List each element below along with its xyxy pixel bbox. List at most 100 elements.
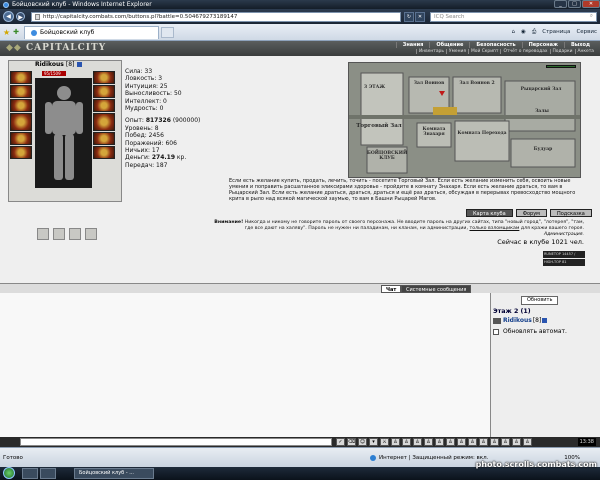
person-icon[interactable]: ♙ <box>490 438 499 446</box>
quicklaunch-desktop-icon[interactable] <box>22 468 38 479</box>
map-label-healer[interactable]: Комната Знахаря <box>417 127 451 137</box>
bracer-slot[interactable] <box>93 85 115 98</box>
helmet-slot[interactable] <box>10 71 32 84</box>
earring-slot[interactable] <box>93 71 115 84</box>
equipment-left <box>10 71 34 160</box>
map-label-warriors[interactable]: Зал Воинов <box>411 81 447 86</box>
chat-input[interactable] <box>20 438 332 446</box>
tab-icon <box>31 29 38 36</box>
warning-link[interactable]: только взломщикам <box>469 226 519 231</box>
subnav-skills[interactable]: Умения <box>445 49 468 54</box>
nav-security[interactable]: Безопасность <box>469 42 521 48</box>
start-button-icon[interactable] <box>3 467 15 479</box>
map-label-warriors-2[interactable]: Зал Воинов 2 <box>455 81 499 86</box>
subnav-inventory[interactable]: Инвентарь <box>415 49 446 54</box>
print-icon[interactable]: ⎙ <box>532 29 536 36</box>
tab-system-messages[interactable]: Системные сообщения <box>401 285 472 293</box>
info-icon[interactable] <box>542 318 548 323</box>
club-map[interactable]: 3 ЭТАЖ Зал Воинов Зал Воинов 2 Рыцарский… <box>348 62 581 178</box>
smiles-icon[interactable]: ☺ <box>358 438 367 446</box>
counter-runetop[interactable]: RUNETOP 14457 / 1491 <box>543 251 585 263</box>
person-icon[interactable]: ♙ <box>413 438 422 446</box>
ring-slot[interactable] <box>37 228 49 240</box>
gloves-slot[interactable] <box>93 113 115 131</box>
ie-icon <box>3 1 9 8</box>
back-button[interactable]: ◀ <box>3 11 14 22</box>
counter-hightop[interactable]: HIGH-TOP 81 <box>543 259 585 266</box>
search-icon[interactable]: ⌕ <box>590 13 593 20</box>
subnav-script[interactable]: Мой Скрипт <box>467 49 501 54</box>
url-field[interactable]: http://capitalcity.combats.com/buttons.p… <box>31 11 401 22</box>
ring-slot[interactable] <box>69 228 81 240</box>
ring-slot[interactable] <box>53 228 65 240</box>
character-name[interactable]: Ridikous [8] <box>35 61 82 68</box>
taskbar-ie-window[interactable]: Бойцовский клуб - ... <box>74 468 154 479</box>
subnav-gifts[interactable]: Подарки <box>549 49 575 54</box>
nav-knowledge[interactable]: Знания <box>395 42 430 48</box>
map-label-trade-hall[interactable]: Торговый Зал <box>351 123 407 129</box>
shield-slot[interactable] <box>93 99 115 112</box>
auto-update-option[interactable]: Обновлять автомат. <box>493 328 567 335</box>
page-menu[interactable]: Страница <box>542 29 570 35</box>
person-icon[interactable]: ♙ <box>402 438 411 446</box>
ring-slot[interactable] <box>85 228 97 240</box>
person-icon[interactable]: ♙ <box>435 438 444 446</box>
subnav-profile[interactable]: Анкета <box>574 49 596 54</box>
refresh-button[interactable]: Обновить <box>521 296 559 305</box>
nav-character[interactable]: Персонаж <box>521 42 564 48</box>
person-icon[interactable]: ♙ <box>501 438 510 446</box>
minimize-button[interactable]: _ <box>554 0 567 8</box>
maximize-button[interactable]: □ <box>568 0 581 8</box>
forward-button[interactable]: ▶ <box>16 12 25 21</box>
person-icon[interactable]: ♙ <box>457 438 466 446</box>
clear-icon[interactable]: ⌫ <box>347 438 356 446</box>
tab-chat[interactable]: Чат <box>381 285 402 293</box>
person-icon[interactable]: ♙ <box>512 438 521 446</box>
feeds-icon[interactable]: ◉ <box>521 29 526 35</box>
subnav-transfers[interactable]: Отчёт о переводах <box>500 49 549 54</box>
send-icon[interactable]: ✓ <box>336 438 345 446</box>
leggings-slot[interactable] <box>93 132 115 145</box>
new-tab-button[interactable] <box>161 26 175 38</box>
refresh-icon[interactable]: ↻ <box>404 11 414 22</box>
auto-update-checkbox[interactable] <box>493 328 499 335</box>
private-message-icon[interactable] <box>493 317 501 324</box>
map-label-boudoir[interactable]: Будуар <box>511 147 575 152</box>
person-icon[interactable]: ♙ <box>391 438 400 446</box>
person-icon[interactable]: ♙ <box>479 438 488 446</box>
nav-chat[interactable]: Общение <box>429 42 469 48</box>
user-entry[interactable]: Ridikous [8] <box>493 317 548 324</box>
quicklaunch-ie-icon[interactable] <box>40 468 56 479</box>
person-icon[interactable]: ♙ <box>468 438 477 446</box>
user-name[interactable]: Ridikous <box>503 317 532 324</box>
map-label-knights-hall[interactable]: Рыцарский Зал <box>509 87 573 92</box>
attack-icon[interactable]: ⚔ <box>380 438 389 446</box>
potion-slot[interactable] <box>10 146 32 159</box>
map-label-transition[interactable]: Комната Перехода <box>455 131 509 136</box>
info-icon[interactable] <box>76 62 82 67</box>
search-input[interactable]: ICQ Search ⌕ <box>430 11 597 22</box>
person-icon[interactable]: ♙ <box>446 438 455 446</box>
forum-button[interactable]: Форум <box>515 209 547 217</box>
stop-icon[interactable]: ✕ <box>415 11 425 22</box>
hint-button[interactable]: Подсказка <box>549 209 592 217</box>
belt-slot[interactable] <box>10 132 32 145</box>
browser-tab[interactable]: Бойцовский клуб <box>24 25 160 39</box>
person-icon[interactable]: ♙ <box>424 438 433 446</box>
favorites-star-icon[interactable]: ★ <box>3 28 10 37</box>
boots-slot[interactable] <box>93 146 115 159</box>
nav-exit[interactable]: Выход <box>563 42 596 48</box>
map-label-halls[interactable]: Залы <box>511 109 573 114</box>
security-zone[interactable]: Интернет | Защищенный режим: вкл. <box>370 455 488 461</box>
chat-messages[interactable] <box>0 293 490 437</box>
service-menu[interactable]: Сервис <box>576 29 597 35</box>
person-icon[interactable]: ♙ <box>523 438 532 446</box>
filter-icon[interactable]: ▾ <box>369 438 378 446</box>
club-map-button[interactable]: Карта клуба <box>466 209 513 217</box>
add-favorite-icon[interactable]: ✚ <box>13 28 19 36</box>
armor-slot[interactable] <box>10 113 32 131</box>
weapon-slot[interactable] <box>10 99 32 112</box>
close-button[interactable]: ✕ <box>582 0 600 8</box>
amulet-slot[interactable] <box>10 85 32 98</box>
home-icon[interactable]: ⌂ <box>512 29 516 35</box>
